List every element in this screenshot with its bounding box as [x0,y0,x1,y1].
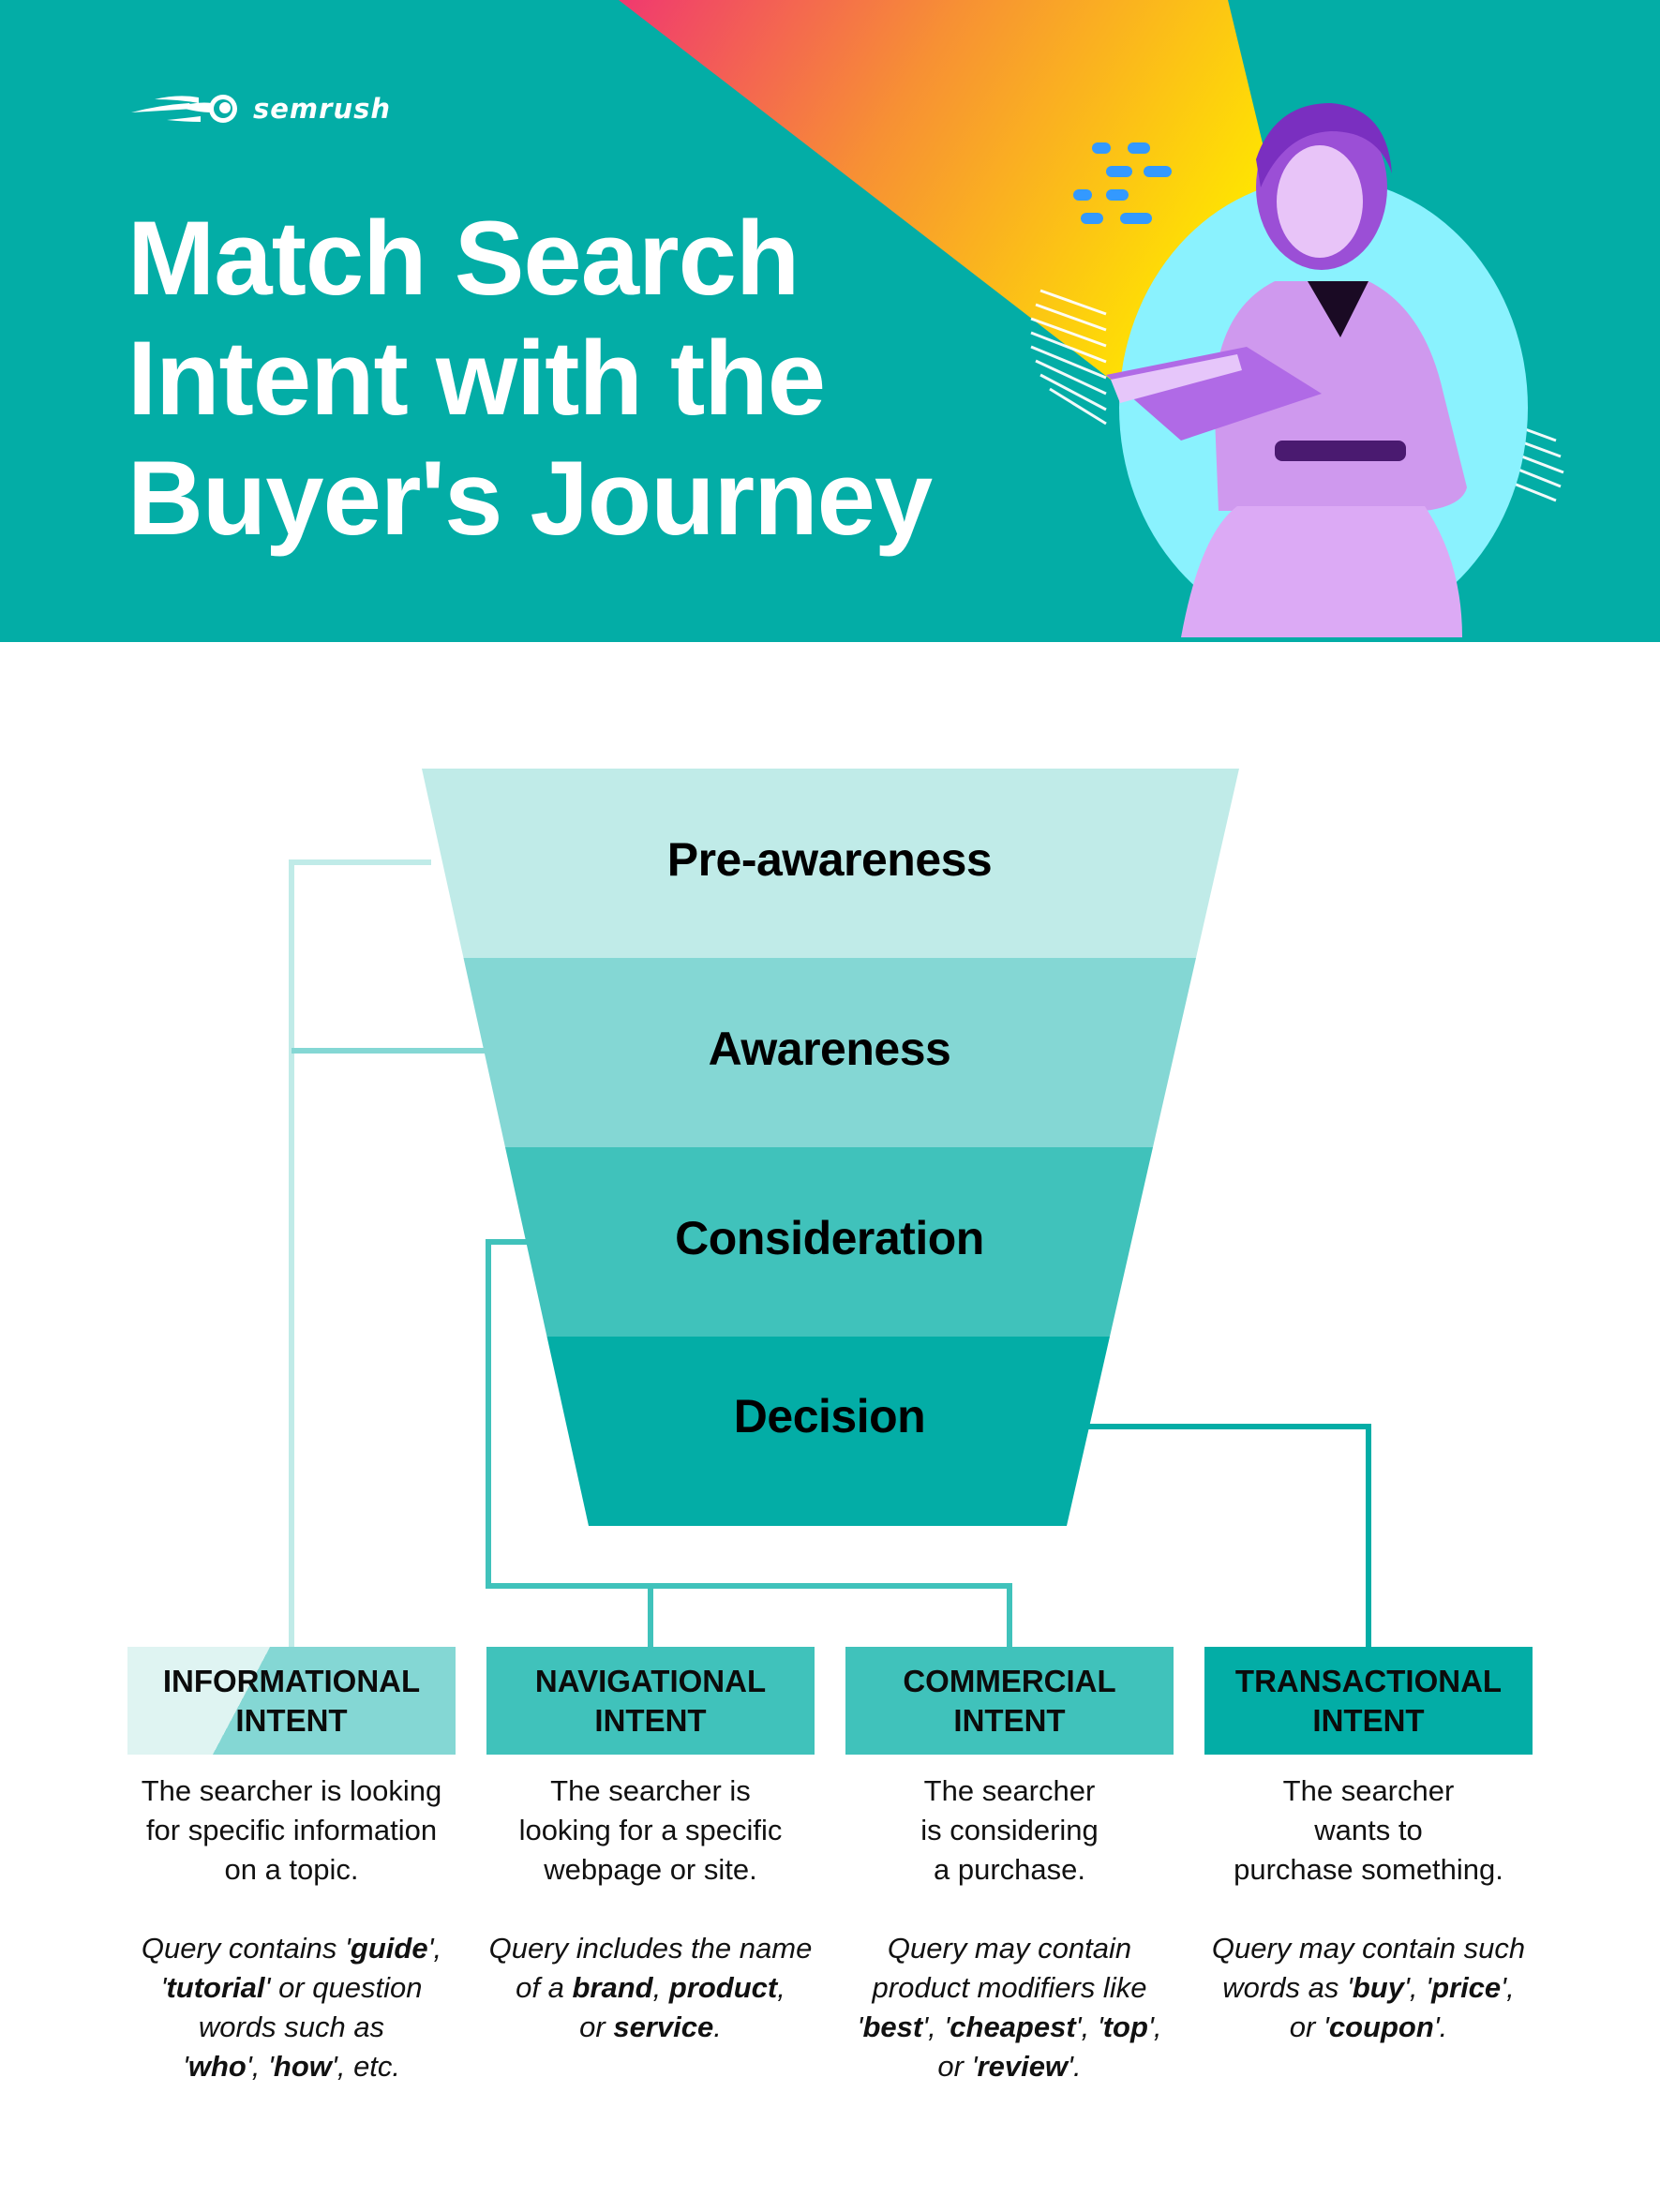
intent-query-examples: Query contains 'guide','tutorial' or que… [141,1932,442,2083]
intent-body-commercial: The searcher is considering a purchase. … [831,1771,1188,2086]
intent-description: The searcher is considering a purchase. [831,1771,1188,1890]
stage-label-decision: Decision [733,1390,926,1442]
intent-card-commercial: COMMERCIAL INTENT [845,1647,1174,1755]
intent-description: The searcher is looking for specific inf… [113,1771,470,1890]
intent-subtitle: INTENT [953,1702,1066,1738]
intent-body-informational: The searcher is looking for specific inf… [113,1771,470,2086]
intent-card-navigational: NAVIGATIONAL INTENT [486,1647,815,1755]
title-line: Match Search [127,200,800,317]
intent-body-transactional: The searcher wants to purchase something… [1190,1771,1547,2047]
stage-label-pre-awareness: Pre-awareness [666,833,993,886]
intent-query-examples: Query may contain such words as 'buy', 'p… [1211,1932,1526,2043]
intent-title: NAVIGATIONAL [534,1663,767,1698]
intent-title: COMMERCIAL [903,1663,1116,1698]
intent-subtitle: INTENT [594,1702,707,1738]
intent-card-transactional: TRANSACTIONAL INTENT [1204,1647,1533,1755]
connector-informational [289,859,487,1647]
desc-line: looking for a specific [518,1814,783,1846]
intent-card-informational: INFORMATIONAL INTENT [127,1647,456,1755]
intent-subtitle: INTENT [235,1702,348,1738]
funnel-diagram [289,769,1371,1647]
intent-body-navigational: The searcher is looking for a specific w… [472,1771,829,2047]
intent-description: The searcher is looking for a specific w… [472,1771,829,1890]
desc-line: The searcher [1282,1774,1455,1807]
desc-line: a purchase. [934,1853,1085,1886]
intent-subtitle: INTENT [1312,1702,1425,1738]
brand-name: semrush [253,93,392,125]
desc-line: The searcher is looking [141,1774,442,1807]
desc-line: is considering [920,1814,1099,1846]
desc-line: on a topic. [224,1853,359,1886]
desc-line: webpage or site. [544,1853,757,1886]
intent-description: The searcher wants to purchase something… [1190,1771,1547,1890]
semrush-logo[interactable]: semrush [131,90,391,127]
desc-line: The searcher [923,1774,1096,1807]
stage-label-consideration: Consideration [675,1212,984,1264]
intent-query-examples: Query includes the name of a brand, produ… [488,1932,813,2043]
title-line: Intent with the [127,320,826,437]
comet-logo-icon [131,95,237,123]
intent-title: TRANSACTIONAL [1234,1663,1503,1698]
intent-title: INFORMATIONAL [162,1663,421,1698]
connector-decision [1087,1424,1371,1647]
desc-line: wants to [1314,1814,1423,1846]
intent-query-examples: Query may contain product modifiers like '… [857,1932,1162,2083]
desc-line: for specific information [145,1814,438,1846]
header-banner: semrush Match Search Intent with the Buy… [0,0,1660,642]
stage-label-awareness: Awareness [708,1023,951,1075]
desc-line: The searcher is [550,1774,751,1807]
desc-line: purchase something. [1234,1853,1503,1886]
title-line: Buyer's Journey [127,440,933,557]
page-title: Match Search Intent with the Buyer's Jou… [127,199,1018,559]
